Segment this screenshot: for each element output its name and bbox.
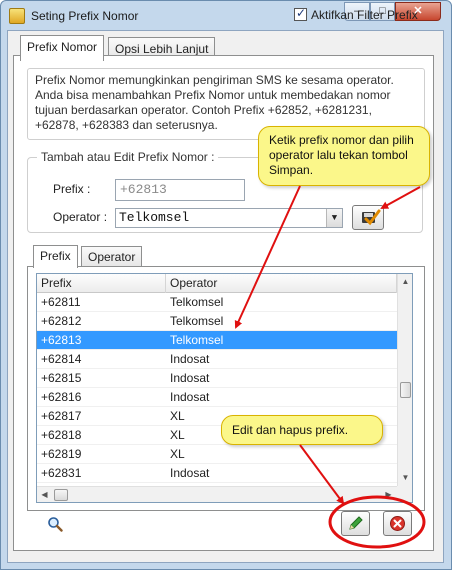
delete-button[interactable]	[383, 511, 412, 536]
scrollbar-corner	[397, 486, 412, 502]
operator-select-value: Telkomsel	[119, 210, 190, 225]
save-button[interactable]	[352, 205, 384, 230]
horizontal-scroll-thumb[interactable]	[54, 489, 68, 501]
operator-label: Operator :	[53, 210, 108, 224]
cell-operator: Indosat	[170, 390, 210, 404]
subtab-operator[interactable]: Operator	[81, 246, 143, 267]
horizontal-scrollbar[interactable]: ◀ ▶	[37, 486, 397, 502]
filter-checkbox[interactable]: Aktifkan Filter Prefix	[294, 6, 418, 22]
save-icon	[362, 209, 381, 226]
edit-group-title: Tambah atau Edit Prefix Nomor :	[37, 150, 219, 164]
cell-prefix: +62818	[41, 428, 82, 442]
pencil-icon	[349, 516, 363, 530]
cell-prefix: +62816	[41, 390, 82, 404]
cell-prefix: +62814	[41, 352, 82, 366]
vertical-scrollbar[interactable]: ▲ ▼	[397, 274, 412, 486]
column-header-prefix[interactable]: Prefix	[37, 274, 166, 293]
cell-operator: XL	[170, 428, 185, 442]
cell-prefix: +62831	[41, 466, 82, 480]
table-row[interactable]: +62819 XL	[37, 445, 397, 464]
tab-prefix-nomor[interactable]: Prefix Nomor	[20, 35, 105, 61]
cell-operator: XL	[170, 447, 185, 461]
table-row[interactable]: +62816 Indosat	[37, 388, 397, 407]
scroll-down-icon[interactable]: ▼	[398, 470, 412, 486]
prefix-input[interactable]: +62813	[115, 179, 245, 201]
cell-operator: Indosat	[170, 352, 210, 366]
edit-button[interactable]	[341, 511, 370, 536]
cell-prefix: +62811	[41, 295, 81, 309]
delete-icon	[390, 516, 405, 531]
table-row[interactable]: +62815 Indosat	[37, 369, 397, 388]
cell-operator: Telkomsel	[170, 314, 224, 328]
callout-edit-hint: Edit dan hapus prefix.	[221, 415, 383, 445]
prefix-table[interactable]: Prefix Operator +62811 Telkomsel +62812 …	[36, 273, 413, 503]
scroll-up-icon[interactable]: ▲	[398, 274, 412, 290]
table-row[interactable]: +62831 Indosat	[37, 464, 397, 483]
cell-prefix: +62817	[41, 409, 82, 423]
cell-operator: XL	[170, 409, 185, 423]
callout-save-hint: Ketik prefix nomor dan pilih operator la…	[258, 126, 430, 186]
checkbox-checked-icon[interactable]	[294, 6, 307, 21]
table-header: Prefix Operator	[37, 274, 397, 293]
table-row[interactable]: +62812 Telkomsel	[37, 312, 397, 331]
chevron-down-icon[interactable]: ▼	[326, 209, 342, 227]
cell-operator: Telkomsel	[170, 333, 224, 347]
filter-checkbox-label: Aktifkan Filter Prefix	[311, 8, 418, 22]
cell-prefix: +62813	[41, 333, 82, 347]
cell-prefix: +62815	[41, 371, 82, 385]
prefix-label: Prefix :	[53, 182, 91, 196]
scroll-right-icon[interactable]: ▶	[381, 487, 396, 502]
cell-operator: Indosat	[170, 466, 210, 480]
table-row-selected[interactable]: +62813 Telkomsel	[37, 331, 397, 350]
column-header-operator[interactable]: Operator	[166, 274, 397, 293]
operator-select[interactable]: Telkomsel ▼	[115, 208, 343, 228]
search-icon[interactable]	[47, 516, 63, 532]
app-icon	[9, 8, 25, 24]
vertical-scroll-thumb[interactable]	[400, 382, 411, 398]
window-title: Seting Prefix Nomor	[31, 9, 139, 23]
cell-prefix: +62819	[41, 447, 82, 461]
subtab-prefix[interactable]: Prefix	[33, 245, 78, 268]
table-row[interactable]: +62814 Indosat	[37, 350, 397, 369]
cell-operator: Indosat	[170, 371, 210, 385]
scroll-left-icon[interactable]: ◀	[37, 487, 52, 502]
cell-prefix: +62812	[41, 314, 82, 328]
cell-operator: Telkomsel	[170, 295, 224, 309]
table-row[interactable]: +62811 Telkomsel	[37, 293, 397, 312]
